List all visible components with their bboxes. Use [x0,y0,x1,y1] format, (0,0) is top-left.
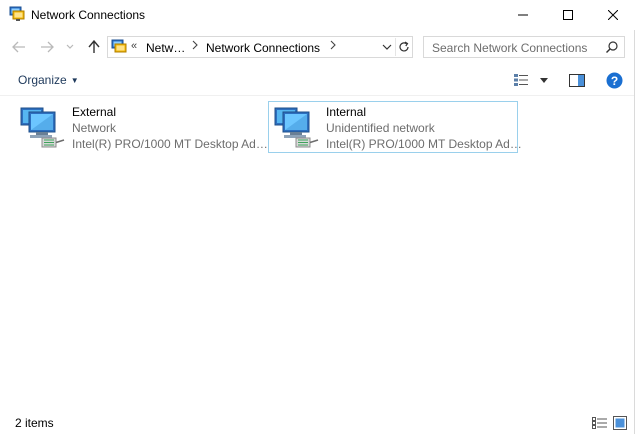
close-button[interactable] [590,0,635,30]
up-button[interactable] [83,36,105,58]
search-placeholder: Search Network Connections [432,41,588,55]
connection-name: Internal [326,105,367,119]
network-connections-icon [9,6,25,22]
breadcrumb-segment[interactable]: Network Connections [206,41,320,55]
chevron-down-icon: ▼ [70,75,79,85]
address-overflow-chevron[interactable]: « [131,40,137,52]
change-view-icon[interactable] [512,70,530,90]
refresh-icon[interactable] [395,38,412,56]
preview-pane-icon[interactable] [567,70,587,90]
connection-device: Intel(R) PRO/1000 MT Desktop Ad… [326,137,522,151]
breadcrumb-segment[interactable]: Netw… [146,41,185,55]
network-connections-icon [111,39,127,55]
organize-label: Organize [18,73,67,87]
view-options-dropdown-icon[interactable] [537,70,551,90]
title-bar: Network Connections [0,0,635,30]
search-input[interactable]: Search Network Connections [423,36,625,58]
address-history-dropdown-icon[interactable] [380,39,394,55]
help-icon[interactable]: ? [604,70,624,90]
window-title: Network Connections [31,8,146,22]
svg-text:?: ? [610,74,617,88]
back-button[interactable] [8,36,30,58]
navigation-bar: « Netw… Network Connections Search Netwo… [0,32,635,62]
address-bar[interactable]: « Netw… Network Connections [107,36,413,58]
forward-button[interactable] [36,36,58,58]
organize-button[interactable]: Organize ▼ [12,71,85,89]
maximize-button[interactable] [545,0,591,30]
connection-status: Unidentified network [326,121,435,135]
connection-status: Network [72,121,117,135]
connection-device: Intel(R) PRO/1000 MT Desktop Ad… [72,137,268,151]
recent-locations-button[interactable] [62,36,78,58]
connection-tile-external[interactable]: External Network Intel(R) PRO/1000 MT De… [14,101,268,153]
item-count: 2 items [15,416,54,430]
breadcrumb-separator-icon[interactable] [192,40,198,53]
connection-tile-internal[interactable]: Internal Unidentified network Intel(R) P… [268,101,522,153]
details-view-icon[interactable] [591,415,609,431]
connection-name: External [72,105,117,119]
breadcrumb-separator-icon[interactable] [330,40,336,53]
network-adapter-icon [272,104,320,152]
search-icon[interactable] [605,40,619,54]
minimize-button[interactable] [500,0,546,30]
status-bar: 2 items [0,412,635,434]
command-bar: Organize ▼ ? [0,64,635,96]
large-icons-view-icon[interactable] [611,415,629,431]
connections-list: External Network Intel(R) PRO/1000 MT De… [0,97,635,409]
network-adapter-icon [18,104,66,152]
